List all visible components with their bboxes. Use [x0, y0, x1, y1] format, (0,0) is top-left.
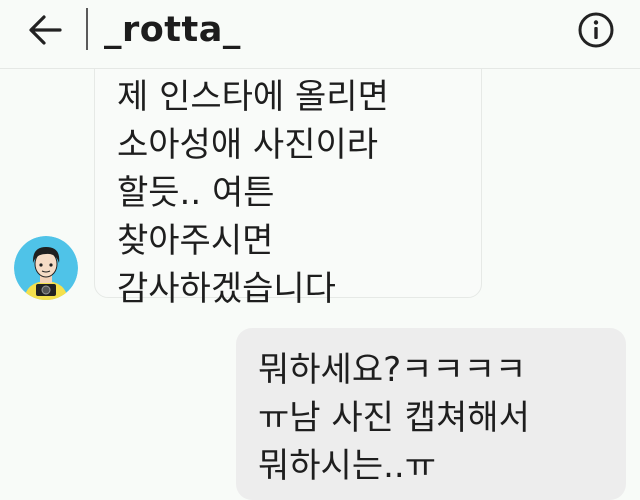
incoming-message-text: 제 인스타에 올리면 소아성애 사진이라 할듯.. 여튼 찾아주시면 감사하겠습… — [117, 77, 389, 309]
info-button[interactable] — [574, 8, 618, 52]
outgoing-message-text: 뭐하세요?ㅋㅋㅋㅋ ㅠ남 사진 캡쳐해서 뭐하시는..ㅠ — [258, 350, 530, 486]
back-button[interactable] — [22, 10, 68, 50]
outgoing-message-bubble[interactable]: 뭐하세요?ㅋㅋㅋㅋ ㅠ남 사진 캡쳐해서 뭐하시는..ㅠ — [236, 328, 626, 500]
sender-avatar[interactable] — [14, 236, 78, 300]
arrow-left-icon — [29, 15, 62, 45]
header-divider — [86, 8, 88, 50]
info-icon — [578, 12, 614, 48]
chat-header: _rotta_ — [0, 0, 640, 69]
chat-username[interactable]: _rotta_ — [104, 8, 241, 52]
avatar-image — [14, 236, 78, 300]
incoming-message-bubble[interactable]: 제 인스타에 올리면 소아성애 사진이라 할듯.. 여튼 찾아주시면 감사하겠습… — [94, 40, 482, 309]
